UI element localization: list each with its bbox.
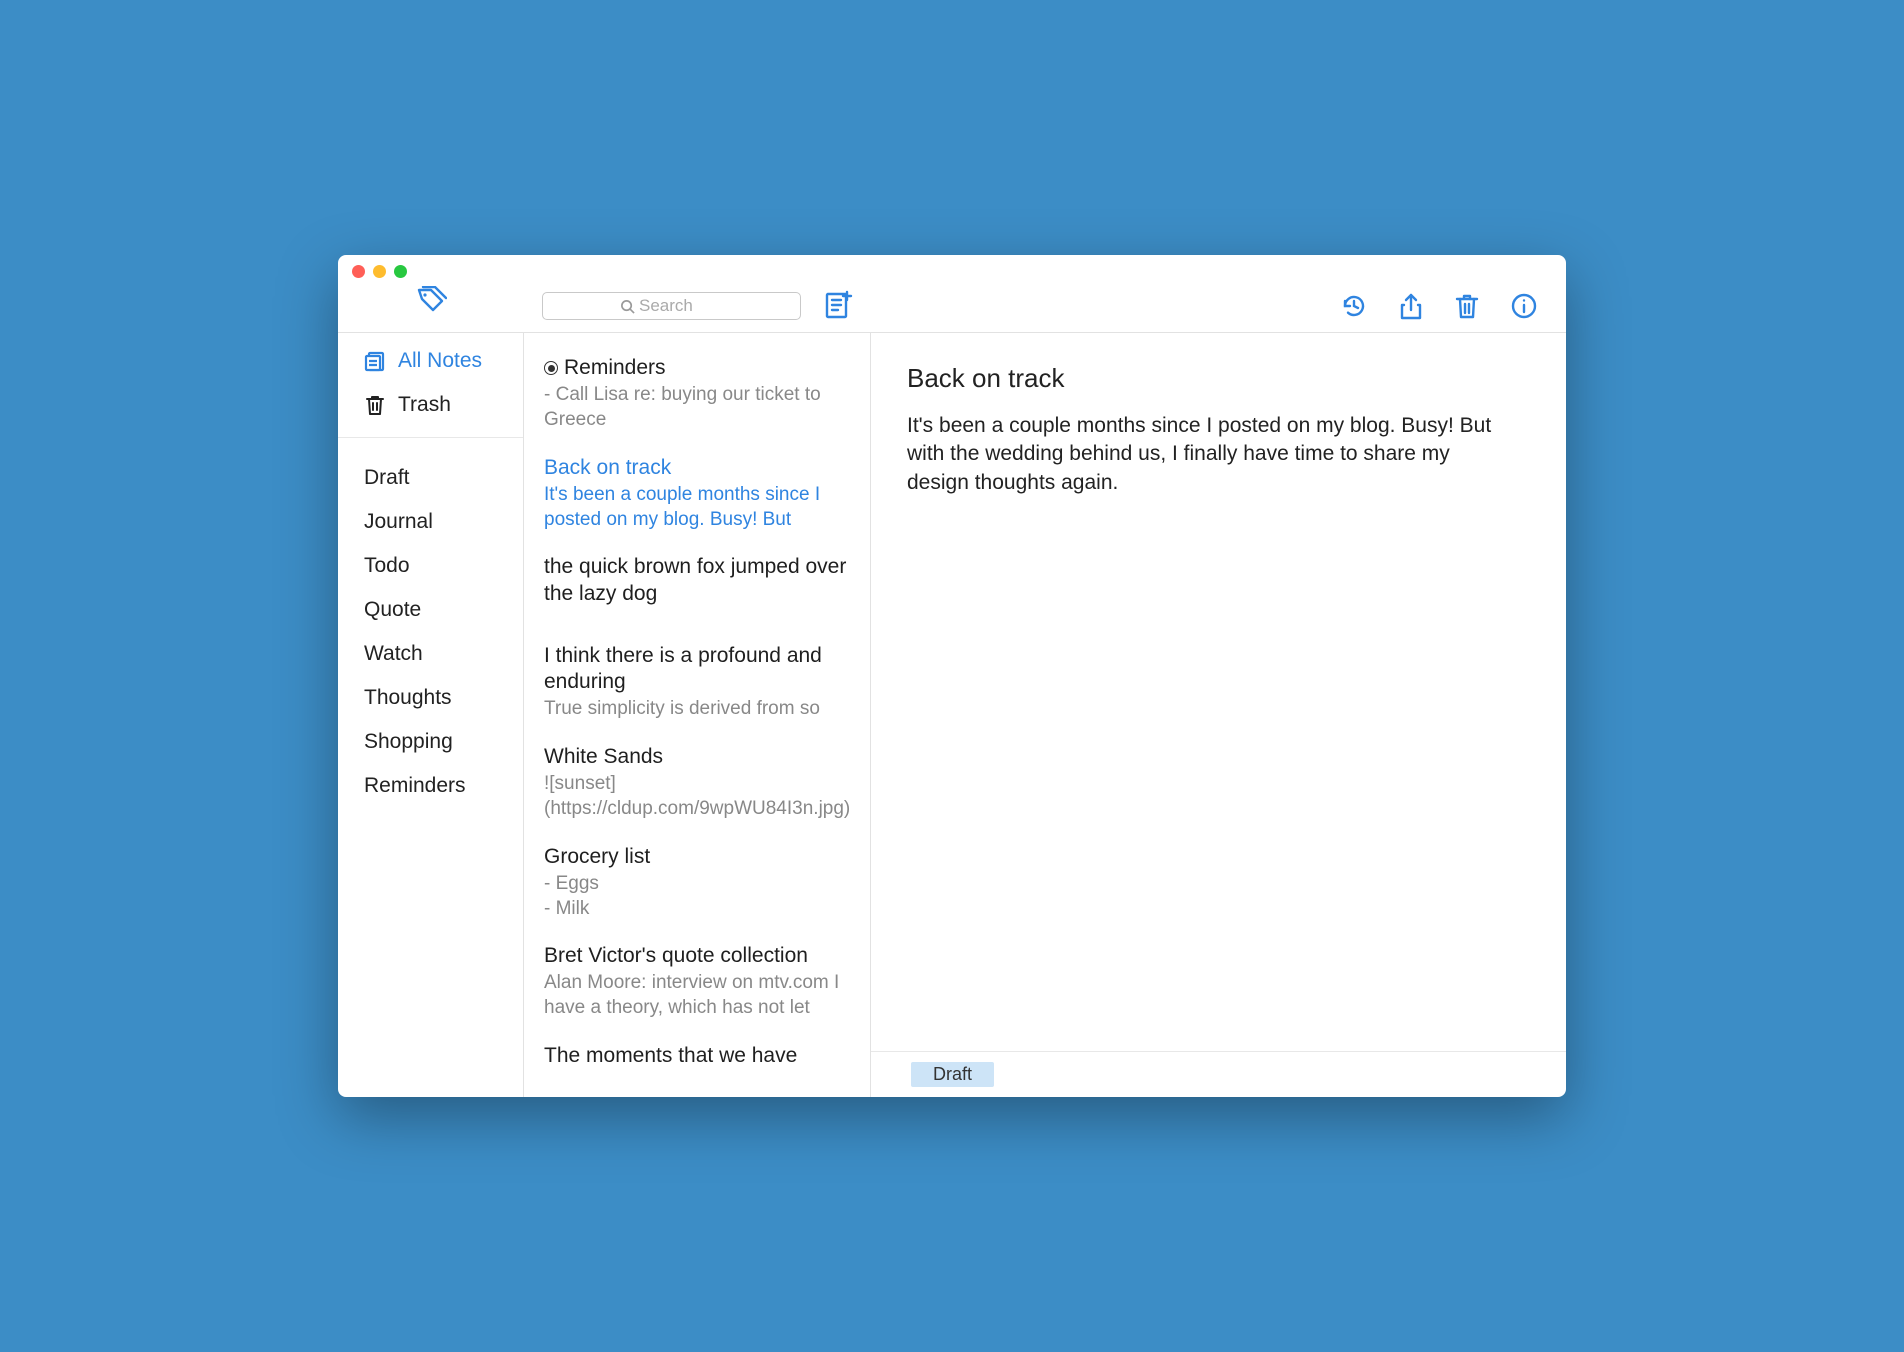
note-title: Bret Victor's quote collection [544,943,850,969]
sidebar-top-section: All Notes Trash [338,339,523,438]
note-preview: - Call Lisa re: buying our ticket to Gre… [544,383,850,432]
editor-title[interactable]: Back on track [907,363,1516,394]
sidebar-tags-section: Draft Journal Todo Quote Watch Thoughts … [338,438,523,808]
note-list-item[interactable]: the quick brown fox jumped over the lazy… [524,544,870,633]
note-preview: True simplicity is derived from so [544,697,850,722]
tags-icon[interactable] [415,286,447,320]
note-list-item[interactable]: White Sands ![sunset](https://cldup.com/… [524,734,870,834]
trash-icon [364,394,386,416]
note-title: the quick brown fox jumped over the lazy… [544,554,850,607]
note-list-item[interactable]: Back on track It's been a couple months … [524,445,870,545]
toolbar-actions [871,255,1566,332]
notes-icon [364,350,386,372]
note-list-item[interactable]: Grocery list - Eggs - Milk [524,834,870,934]
zoom-window-button[interactable] [394,265,407,278]
sidebar-tag-quote[interactable]: Quote [338,588,523,632]
radio-icon [544,361,558,375]
info-button[interactable] [1510,292,1538,320]
note-title: White Sands [544,744,850,770]
main-columns: All Notes Trash Dr [338,333,1566,1097]
sidebar-item-all-notes[interactable]: All Notes [338,339,523,383]
sidebar-item-label: All Notes [398,349,482,373]
note-title: Grocery list [544,844,850,870]
compose-button[interactable] [823,290,853,320]
note-list-item[interactable]: Reminders - Call Lisa re: buying our tic… [524,345,870,445]
sidebar-tag-shopping[interactable]: Shopping [338,720,523,764]
note-list[interactable]: Reminders - Call Lisa re: buying our tic… [524,333,871,1097]
editor-pane: Back on track It's been a couple months … [871,333,1566,1097]
sidebar-tag-reminders[interactable]: Reminders [338,764,523,808]
close-window-button[interactable] [352,265,365,278]
note-preview: ![sunset](https://cldup.com/9wpWU84I3n.j… [544,772,850,821]
editor-footer: Draft [871,1051,1566,1097]
sidebar-tag-journal[interactable]: Journal [338,500,523,544]
note-title: I think there is a profound and enduring [544,643,850,696]
search-input[interactable] [542,292,801,320]
sidebar-item-trash[interactable]: Trash [338,383,523,427]
window-controls [352,265,407,278]
toolbar-search-area: Search [524,255,871,332]
sidebar-tag-todo[interactable]: Todo [338,544,523,588]
note-list-item[interactable]: The moments that we have [524,1033,870,1081]
note-title: The moments that we have [544,1043,850,1069]
delete-button[interactable] [1454,292,1480,320]
note-title: Reminders [564,355,666,381]
toolbar: Search [338,255,1566,333]
editor-content[interactable]: It's been a couple months since I posted… [907,412,1516,497]
sidebar-tag-draft[interactable]: Draft [338,456,523,500]
sidebar-tag-watch[interactable]: Watch [338,632,523,676]
note-title: Back on track [544,455,850,481]
note-list-item[interactable]: I think there is a profound and enduring… [524,633,870,734]
editor-body[interactable]: Back on track It's been a couple months … [871,333,1566,1051]
share-button[interactable] [1398,292,1424,320]
history-button[interactable] [1340,292,1368,320]
sidebar-tag-thoughts[interactable]: Thoughts [338,676,523,720]
note-preview: Alan Moore: interview on mtv.com I have … [544,971,850,1020]
note-list-item[interactable]: Bret Victor's quote collection Alan Moor… [524,933,870,1033]
search-field-wrap: Search [542,292,801,320]
app-window: Search [338,255,1566,1097]
note-preview: It's been a couple months since I posted… [544,483,850,532]
sidebar-item-label: Trash [398,393,451,417]
sidebar: All Notes Trash Dr [338,333,524,1097]
note-tag-chip[interactable]: Draft [911,1062,994,1087]
minimize-window-button[interactable] [373,265,386,278]
note-preview: - Eggs - Milk [544,872,850,921]
